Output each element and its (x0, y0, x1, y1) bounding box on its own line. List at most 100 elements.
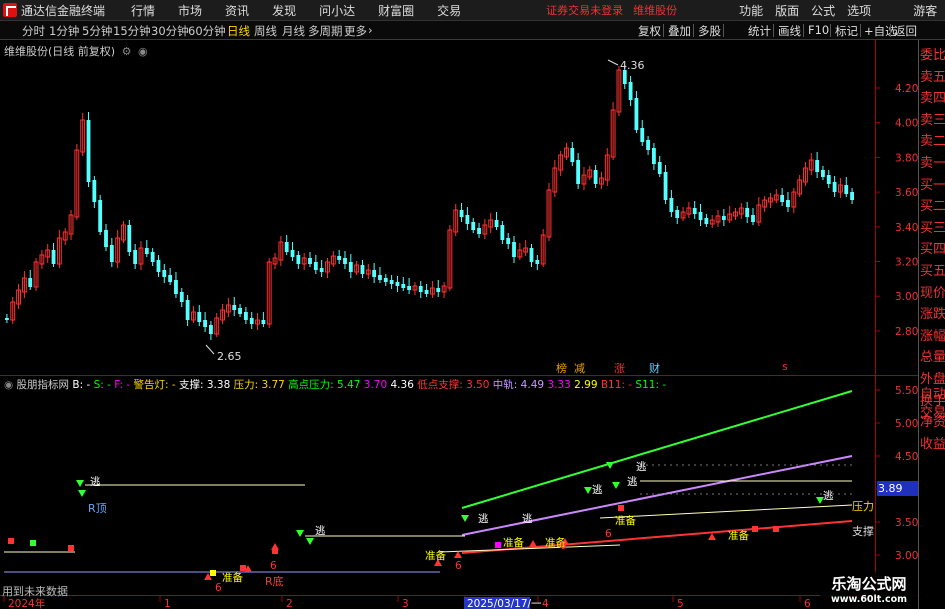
time-label: 1 (164, 598, 171, 609)
side-item[interactable]: 委比 (920, 45, 945, 66)
menu-wealth[interactable]: 财富圈 (378, 2, 414, 19)
side-item[interactable]: 现价 (920, 283, 945, 304)
candle-body (238, 308, 242, 314)
side-item[interactable]: 总量 (920, 347, 945, 368)
period-monthly[interactable]: 月线 (282, 23, 305, 39)
side-item[interactable]: 买五 (920, 261, 945, 282)
side-item[interactable]: 涨跌 (920, 304, 945, 325)
indicator-field: 3.70 (360, 379, 388, 391)
tool-mark[interactable]: 标记 (835, 23, 858, 39)
candle-body (669, 198, 674, 212)
candle-body (360, 265, 365, 274)
kline-chart[interactable]: 4.20 4.00 3.80 3.60 3.40 3.20 3.00 2.80 5.50 5.0… (0, 40, 918, 609)
toolbar-divider (890, 24, 891, 37)
tool-overlay[interactable]: 叠加 (668, 23, 691, 39)
login-notice[interactable]: 证券交易未登录 (546, 2, 623, 18)
candle-body (418, 286, 423, 292)
side-item-trade[interactable]: 交易 (920, 403, 945, 424)
period-timeshare[interactable]: 分时 (22, 23, 45, 39)
six-label: 6 (605, 528, 612, 540)
menu-exchange[interactable]: 市场 (178, 2, 202, 19)
period-multi[interactable]: 多周期 (308, 23, 343, 39)
candle-body (826, 175, 831, 184)
time-label: 2 (286, 598, 293, 609)
tool-back[interactable]: 返回 (894, 23, 917, 39)
menu-options[interactable]: 选项 (847, 2, 871, 19)
menu-function[interactable]: 功能 (739, 2, 763, 19)
side-item[interactable]: 卖四 (920, 88, 945, 109)
period-30min[interactable]: 30分钟 (151, 23, 189, 39)
side-item-trade[interactable]: 自动 (920, 384, 945, 405)
future-data-note: 用到未来数据 (2, 585, 68, 598)
candle-body (821, 170, 825, 177)
escape-label: 逃 (315, 525, 326, 537)
period-daily[interactable]: 日线 (227, 23, 250, 39)
side-item[interactable]: 买四 (920, 239, 945, 260)
menu-market[interactable]: 行情 (131, 2, 155, 19)
indicator-tick-label: 4.50 (895, 451, 918, 463)
signal-square (210, 570, 216, 576)
tool-f10[interactable]: F10 (808, 23, 829, 37)
candle-body (144, 248, 149, 254)
period-1min[interactable]: 1分钟 (49, 23, 79, 39)
menu-news[interactable]: 资讯 (225, 2, 249, 19)
indicator-tick-label: 3.50 (895, 517, 918, 529)
indicator-values: B: - S: - F: - 警告灯: - 支撑: 3.38 压力: 3.77 … (72, 379, 666, 391)
side-item[interactable]: 卖三 (920, 110, 945, 131)
tool-draw[interactable]: 画线 (778, 23, 801, 39)
side-item[interactable]: 买一 (920, 175, 945, 196)
candle-body (395, 282, 400, 286)
side-item[interactable]: 涨幅 (920, 326, 945, 347)
settings-icon[interactable]: ◉ (4, 379, 13, 391)
up-arrow-icon (708, 533, 716, 540)
side-item[interactable]: 买三 (920, 218, 945, 239)
signal-square (752, 526, 758, 532)
time-label: 5 (677, 598, 684, 609)
candle-body (593, 170, 598, 184)
main-price-axis: 4.20 4.00 3.80 3.60 3.40 3.20 3.00 2.80 (875, 83, 918, 338)
tool-add-watchlist[interactable]: +自选 (864, 23, 897, 39)
period-5min[interactable]: 5分钟 (82, 23, 112, 39)
menu-formula[interactable]: 公式 (811, 2, 835, 19)
candle-body (185, 300, 190, 320)
side-item[interactable]: 卖二 (920, 131, 945, 152)
candle-body (646, 140, 650, 150)
period-more[interactable]: 更多 (344, 23, 367, 39)
side-item[interactable]: 买二 (920, 196, 945, 217)
period-weekly[interactable]: 周线 (254, 23, 277, 39)
side-item[interactable]: 卖一 (920, 153, 945, 174)
gear-icon[interactable]: ⚙ (122, 45, 132, 58)
period-60min[interactable]: 60分钟 (188, 23, 226, 39)
time-axis: 2024年 1 2 3 2025/03/17/一 4 5 6 (3, 595, 811, 609)
candle-body (168, 275, 173, 282)
quote-side-panel: 委比 卖五 卖四 卖三 卖二 卖一 买一 买二 买三 买四 买五 现价 涨跌 涨幅 总量 外盘 换手 净资 收益 自动… (918, 40, 945, 609)
chevron-down-icon[interactable]: ◉ (138, 45, 148, 58)
event-tag-limit-up[interactable]: 涨 (614, 360, 625, 376)
menu-trade[interactable]: 交易 (437, 2, 461, 19)
indicator-field: 压力: 3.77 (230, 379, 285, 391)
indicator-field: 2.99 (570, 379, 598, 391)
event-tag-rank[interactable]: 榜 (556, 360, 567, 376)
period-15min[interactable]: 15分钟 (113, 23, 151, 39)
menu-discover[interactable]: 发现 (272, 2, 296, 19)
candle-body (780, 195, 785, 202)
menu-layout[interactable]: 版面 (775, 2, 799, 19)
tool-multi[interactable]: 多股 (698, 23, 721, 39)
side-item[interactable]: 卖五 (920, 67, 945, 88)
tool-adjust[interactable]: 复权 (638, 23, 661, 39)
candle-body (133, 250, 138, 264)
event-tag-s[interactable]: s (782, 360, 788, 373)
chevron-right-icon[interactable]: › (368, 23, 373, 37)
event-tag-finance[interactable]: 财 (649, 360, 660, 376)
prepare-label: 准备 (503, 537, 524, 549)
side-item[interactable]: 收益 (920, 434, 945, 455)
price-tick-label: 3.40 (895, 222, 918, 234)
event-tag-reduce[interactable]: 减 (574, 360, 585, 376)
tool-stats[interactable]: 统计 (748, 23, 771, 39)
indicator-tick-label: 3.00 (895, 550, 918, 562)
menu-ask[interactable]: 问小达 (319, 2, 355, 19)
candle-body (465, 215, 470, 224)
user-label[interactable]: 游客 (913, 2, 937, 19)
candle-body (98, 200, 103, 232)
indicator-field: S11: - (632, 379, 667, 391)
